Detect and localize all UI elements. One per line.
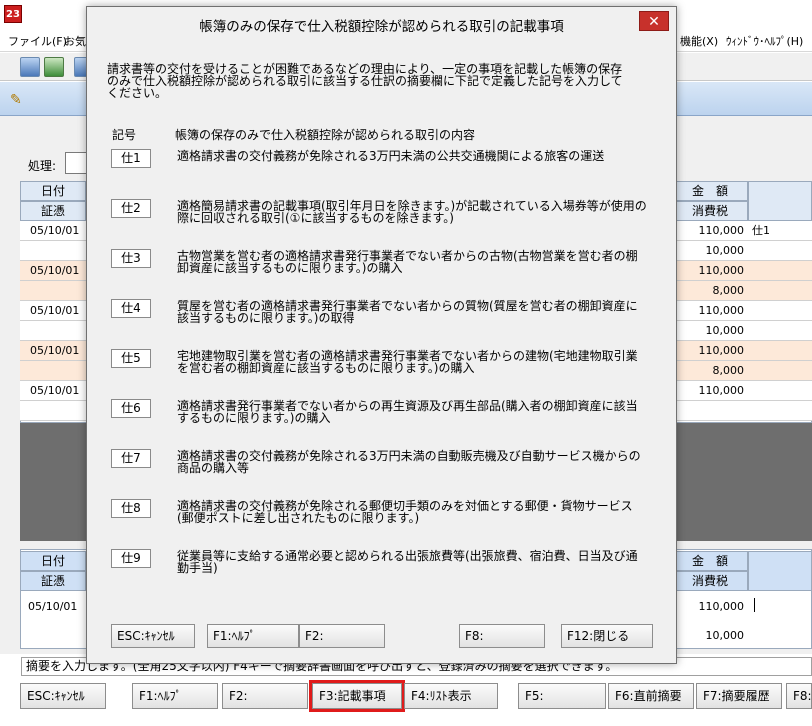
row-amount: 8,000 xyxy=(712,364,745,377)
row-amount: 110,000 xyxy=(698,264,745,277)
monitor-icon[interactable] xyxy=(20,57,40,77)
rule-text: 適格請求書発行事業者でない者からの再生資源及び再生部品(購入者の棚卸資産に該当す… xyxy=(177,399,638,425)
dialog-help-button[interactable]: F1:ﾍﾙﾌﾟ xyxy=(207,624,299,648)
fkey-f2[interactable]: F2: xyxy=(222,683,308,709)
dialog-f8-button[interactable]: F8: xyxy=(459,624,545,648)
rule-code-box: 仕4 xyxy=(111,299,151,318)
menu-function[interactable]: 機能(X) xyxy=(680,33,718,49)
row-date: 05/10/01 xyxy=(30,224,80,237)
header-content: 帳簿の保存のみで仕入税額控除が認められる取引の内容 xyxy=(175,128,476,142)
rule-text: 宅地建物取引業を営む者の適格請求書発行事業者でない者からの建物(宅地建物取引業を… xyxy=(177,349,638,375)
rule-text: 適格請求書の交付義務が免除される郵便切手類のみを対価とする郵便・貨物サービス(郵… xyxy=(177,499,633,525)
entry-header-amount: 金 額 xyxy=(672,551,748,571)
rule-code-box: 仕9 xyxy=(111,549,151,568)
entry-header-voucher: 証憑 xyxy=(20,571,86,591)
menu-window-help[interactable]: ｳｨﾝﾄﾞｳ･ﾍﾙﾌﾟ(H) xyxy=(726,33,803,49)
menu-favorites[interactable]: お気 xyxy=(64,33,86,49)
row-amount: 110,000 xyxy=(698,344,745,357)
entry-tax[interactable]: 10,000 xyxy=(672,629,745,642)
row-amount: 110,000 xyxy=(698,304,745,317)
rule-text: 古物営業を営む者の適格請求書発行事業者でない者からの古物(古物営業を営む者の棚卸… xyxy=(177,249,638,275)
rule-code-box: 仕1 xyxy=(111,149,151,168)
fkey-f7[interactable]: F7:摘要履歴 xyxy=(696,683,782,709)
close-icon[interactable]: ✕ xyxy=(639,11,669,31)
entry-date[interactable]: 05/10/01 xyxy=(28,600,77,613)
row-amount: 110,000 xyxy=(698,224,745,237)
dialog-close-button[interactable]: F12:閉じる xyxy=(561,624,653,648)
entry-amount[interactable]: 110,000 xyxy=(672,600,745,613)
rule-code-box: 仕3 xyxy=(111,249,151,268)
dialog-title: 帳簿のみの保存で仕入税額控除が認められる取引の記載事項 xyxy=(199,19,564,35)
row-amount: 110,000 xyxy=(698,384,745,397)
dialog-f2-button[interactable]: F2: xyxy=(299,624,385,648)
process-selector[interactable] xyxy=(65,152,87,174)
row-amount: 10,000 xyxy=(705,244,745,257)
grid-header-voucher: 証憑 xyxy=(20,201,86,221)
app-logo-icon: 23 xyxy=(4,5,22,23)
fkey-f8[interactable]: F8: xyxy=(786,683,812,709)
row-amount: 10,000 xyxy=(705,324,745,337)
rule-code-box: 仕2 xyxy=(111,199,151,218)
menu-file[interactable]: ファイル(F) xyxy=(8,33,67,49)
grid-header-date: 日付 xyxy=(20,181,86,201)
pencil-icon: ✎ xyxy=(10,92,22,108)
grid-header-extra xyxy=(748,181,812,221)
fkey-f1[interactable]: F1:ﾍﾙﾌﾟ xyxy=(132,683,218,709)
rule-text: 従業員等に支給する通常必要と認められる出張旅費等(出張旅費、宿泊費、日当及び通勤… xyxy=(177,549,638,575)
rule-text: 適格請求書の交付義務が免除される3万円未満の自動販売機及び自動サービス機からの商… xyxy=(177,449,641,475)
rule-code-box: 仕7 xyxy=(111,449,151,468)
header-code: 記号 xyxy=(112,128,137,142)
fkey-f6[interactable]: F6:直前摘要 xyxy=(608,683,694,709)
entry-header-date: 日付 xyxy=(20,551,86,571)
text-cursor xyxy=(754,598,755,612)
refresh-icon[interactable] xyxy=(44,57,64,77)
rule-text: 適格簡易請求書の記載事項(取引年月日を除きます。)が記載されている入場券等が使用… xyxy=(177,199,647,225)
fkey-f5[interactable]: F5: xyxy=(518,683,606,709)
row-extra: 仕1 xyxy=(752,224,770,237)
fkey-f4[interactable]: F4:ﾘｽﾄ表示 xyxy=(404,683,498,709)
rule-text: 質屋を営む者の適格請求書発行事業者でない者からの質物(質屋を営む者の棚卸資産に該… xyxy=(177,299,638,325)
dialog-titlebar: 帳簿のみの保存で仕入税額控除が認められる取引の記載事項 ✕ xyxy=(87,7,676,40)
invoice-exemption-dialog: 帳簿のみの保存で仕入税額控除が認められる取引の記載事項 ✕ 請求書等の交付を受け… xyxy=(86,6,677,664)
row-date: 05/10/01 xyxy=(30,344,80,357)
grid-header-amount: 金 額 xyxy=(672,181,748,201)
row-date: 05/10/01 xyxy=(30,304,80,317)
fkey-f3[interactable]: F3:記載事項 xyxy=(309,680,405,712)
dialog-cancel-button[interactable]: ESC:ｷｬﾝｾﾙ xyxy=(111,624,195,648)
rule-text: 適格請求書の交付義務が免除される3万円未満の公共交通機関による旅客の運送 xyxy=(177,149,605,163)
row-date: 05/10/01 xyxy=(30,384,80,397)
dialog-intro: 請求書等の交付を受けることが困難であるなどの理由により、一定の事項を記載した帳簿… xyxy=(107,62,623,100)
process-label: 処理: xyxy=(28,159,57,173)
grid-header-tax: 消費税 xyxy=(672,201,748,221)
rule-code-box: 仕5 xyxy=(111,349,151,368)
entry-header-extra xyxy=(748,551,812,591)
rule-code-box: 仕6 xyxy=(111,399,151,418)
fkey-escape[interactable]: ESC:ｷｬﾝｾﾙ xyxy=(20,683,106,709)
row-date: 05/10/01 xyxy=(30,264,80,277)
row-amount: 8,000 xyxy=(712,284,745,297)
rule-code-box: 仕8 xyxy=(111,499,151,518)
entry-header-tax: 消費税 xyxy=(672,571,748,591)
